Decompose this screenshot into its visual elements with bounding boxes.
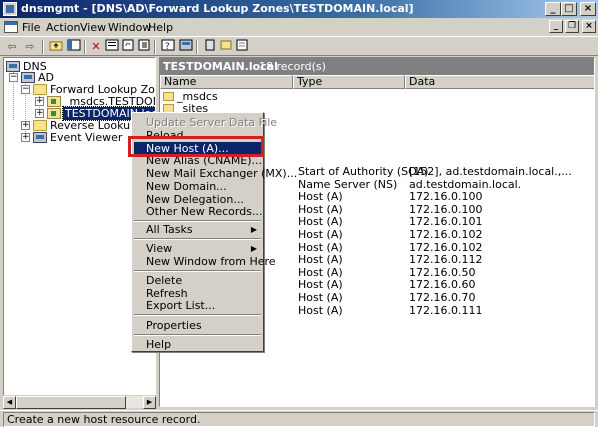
tree-label-event-viewer: Event Viewer: [50, 131, 123, 144]
menu-item-update-server-data-file: Update Server Data File: [146, 116, 278, 129]
details-header: TESTDOMAIN.local 18 record(s): [160, 58, 594, 75]
column-header-data[interactable]: Data: [405, 75, 594, 89]
menu-bar: File Action View Window Help: [0, 18, 598, 37]
menu-separator: [134, 270, 261, 272]
collapse-forward-zones-icon[interactable]: −: [21, 85, 30, 94]
menu-item-properties[interactable]: Properties: [146, 319, 202, 332]
menu-separator: [134, 238, 261, 240]
menu-separator: [134, 334, 261, 336]
menu-item-delete[interactable]: Delete: [146, 274, 182, 287]
menu-item-other-new-records[interactable]: Other New Records...: [146, 205, 262, 218]
forward-icon[interactable]: ⇨: [22, 39, 38, 55]
dns-server-icon[interactable]: [178, 39, 194, 55]
zone-icon: [47, 108, 61, 119]
delete-icon[interactable]: ✕: [88, 39, 104, 55]
mdi-close-button[interactable]: ×: [582, 20, 596, 33]
zone-icon: [47, 96, 61, 107]
record-type[interactable]: Host (A): [298, 216, 343, 228]
expand-msdcs-icon[interactable]: +: [35, 97, 44, 106]
menu-separator: [134, 314, 261, 316]
column-header-name[interactable]: Name: [160, 75, 293, 89]
up-folder-icon[interactable]: [48, 39, 64, 55]
toolbar: ⇦ ⇨ ✕ ?: [0, 38, 598, 56]
svg-text:?: ?: [165, 42, 170, 51]
record-type[interactable]: Host (A): [298, 229, 343, 241]
tree-horizontal-scrollbar[interactable]: ◀ ▶: [3, 395, 156, 409]
collapse-ad-icon[interactable]: −: [9, 73, 18, 82]
record-type[interactable]: Host (A): [298, 254, 343, 266]
window-title: dnsmgmt - [DNS\AD\Forward Lookup Zones\T…: [21, 2, 414, 15]
record-type[interactable]: Host (A): [298, 305, 343, 317]
dns-app-icon[interactable]: [3, 2, 17, 16]
menu-item-new-mail-exchanger[interactable]: New Mail Exchanger (MX)...: [146, 167, 297, 180]
menu-view[interactable]: View: [80, 21, 106, 34]
export-list-icon[interactable]: [136, 39, 152, 55]
mdi-minimize-button[interactable]: _: [549, 20, 563, 33]
menu-action[interactable]: Action: [46, 21, 80, 34]
menu-item-help[interactable]: Help: [146, 338, 171, 351]
status-bar: Create a new host resource record.: [0, 410, 598, 427]
menu-item-export-list[interactable]: Export List...: [146, 299, 215, 312]
scrollbar-thumb[interactable]: [16, 396, 126, 409]
folder-icon: [33, 84, 47, 95]
toolbar-separator: [154, 40, 156, 54]
new-record-icon[interactable]: [202, 39, 218, 55]
scroll-left-icon[interactable]: ◀: [3, 396, 16, 409]
record-type[interactable]: Host (A): [298, 279, 343, 291]
server-icon: [21, 72, 35, 83]
properties-icon[interactable]: [104, 39, 120, 55]
record-data[interactable]: 172.16.0.102: [409, 229, 482, 241]
record-count: 18 record(s): [259, 60, 326, 73]
mdi-window-icon[interactable]: [4, 21, 18, 33]
toolbar-separator: [196, 40, 198, 54]
event-viewer-icon: [33, 132, 47, 143]
title-bar: dnsmgmt - [DNS\AD\Forward Lookup Zones\T…: [0, 0, 598, 18]
column-header-type[interactable]: Type: [293, 75, 405, 89]
menu-file[interactable]: File: [22, 21, 40, 34]
maximize-button[interactable]: □: [561, 2, 577, 16]
submenu-arrow-icon: ▶: [250, 225, 257, 234]
menu-item-new-window-from-here[interactable]: New Window from Here: [146, 255, 276, 268]
menu-item-view-label: View: [146, 242, 173, 255]
new-domain-icon[interactable]: [218, 39, 234, 55]
submenu-arrow-icon: ▶: [250, 244, 257, 253]
record-type[interactable]: Host (A): [298, 191, 343, 203]
record-data[interactable]: 172.16.0.70: [409, 292, 475, 304]
expand-testdomain-icon[interactable]: +: [35, 109, 44, 118]
highlight-annotation-box: [128, 136, 264, 157]
record-data[interactable]: 172.16.0.100: [409, 191, 482, 203]
menu-item-all-tasks-label: All Tasks: [146, 223, 193, 236]
new-delegation-icon[interactable]: [234, 39, 250, 55]
record-data[interactable]: [152], ad.testdomain.local.,...: [409, 166, 572, 178]
menu-item-all-tasks[interactable]: All Tasks ▶: [146, 223, 263, 236]
menu-separator: [134, 220, 261, 222]
expand-event-viewer-icon[interactable]: +: [21, 133, 30, 142]
minimize-button[interactable]: _: [545, 2, 561, 16]
expand-reverse-zones-icon[interactable]: +: [21, 121, 30, 130]
record-type[interactable]: Host (A): [298, 292, 343, 304]
back-icon[interactable]: ⇦: [4, 39, 20, 55]
help-icon[interactable]: ?: [160, 39, 176, 55]
folder-icon: [163, 92, 174, 101]
record-data[interactable]: 172.16.0.112: [409, 254, 482, 266]
close-button[interactable]: ×: [580, 2, 596, 16]
toolbar-separator: [84, 40, 86, 54]
folder-icon: [33, 120, 47, 131]
dns-icon: [6, 61, 20, 72]
toolbar-separator: [42, 40, 44, 54]
status-text: Create a new host resource record.: [3, 412, 595, 427]
record-data[interactable]: 172.16.0.60: [409, 279, 475, 291]
menu-window[interactable]: Window: [108, 21, 151, 34]
mdi-restore-button[interactable]: ❐: [565, 20, 579, 33]
record-data[interactable]: 172.16.0.101: [409, 216, 482, 228]
record-data[interactable]: 172.16.0.111: [409, 305, 482, 317]
refresh-icon[interactable]: [120, 39, 136, 55]
menu-item-view[interactable]: View ▶: [146, 242, 263, 255]
menu-item-new-domain[interactable]: New Domain...: [146, 180, 227, 193]
show-tree-icon[interactable]: [66, 39, 82, 55]
scroll-right-icon[interactable]: ▶: [143, 396, 156, 409]
menu-help[interactable]: Help: [148, 21, 173, 34]
